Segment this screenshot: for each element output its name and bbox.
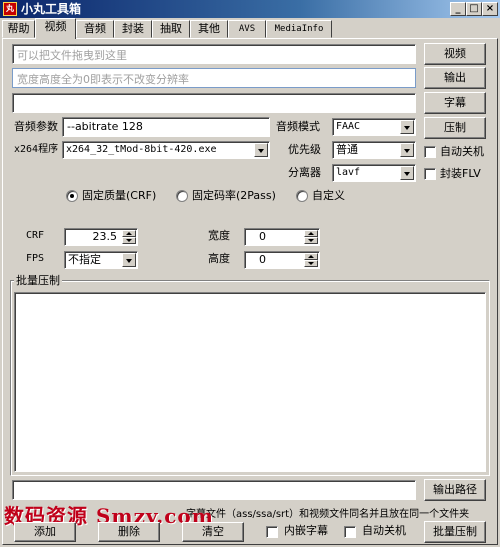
flv-checkbox[interactable]	[424, 168, 436, 180]
spin-up-icon[interactable]	[304, 253, 318, 260]
app-icon: 丸	[3, 2, 17, 16]
custom-mode-radio[interactable]	[296, 190, 308, 202]
fps-label: FPS	[26, 253, 45, 264]
audio-mode-value: FAAC	[336, 121, 361, 132]
video-button[interactable]: 视频	[424, 43, 486, 65]
width-label: 宽度	[208, 229, 230, 242]
chevron-down-icon[interactable]	[400, 120, 414, 134]
spin-down-icon[interactable]	[304, 260, 318, 267]
spin-down-icon[interactable]	[122, 237, 136, 244]
subtitle-button[interactable]: 字幕	[424, 92, 486, 114]
batch-legend: 批量压制	[14, 272, 62, 290]
subtitle-file-input[interactable]	[12, 93, 416, 113]
width-value: 0	[259, 230, 266, 243]
compress-button[interactable]: 压制	[424, 117, 486, 139]
crf-label: CRF	[26, 230, 45, 241]
batch-clear-button[interactable]: 清空	[182, 522, 244, 542]
x264-label: x264程序	[14, 144, 59, 155]
height-value: 0	[259, 253, 266, 266]
fps-value: 不指定	[68, 253, 101, 266]
2pass-mode-label: 固定码率(2Pass)	[192, 189, 276, 202]
tab-video[interactable]: 视频	[35, 18, 76, 39]
audio-param-input[interactable]: --abitrate 128	[62, 117, 270, 137]
output-button[interactable]: 输出	[424, 67, 486, 89]
crf-mode-radio[interactable]	[66, 190, 78, 202]
chevron-down-icon[interactable]	[254, 143, 268, 157]
spin-up-icon[interactable]	[122, 230, 136, 237]
minimize-icon[interactable]: _	[450, 2, 466, 16]
audio-mode-select[interactable]: FAAC	[332, 118, 416, 136]
fps-select[interactable]: 不指定	[64, 251, 138, 269]
batch-delete-button[interactable]: 删除	[98, 522, 160, 542]
tab-avs[interactable]: AVS	[228, 20, 266, 38]
height-stepper[interactable]: 0	[244, 251, 320, 269]
custom-mode-label: 自定义	[312, 189, 345, 202]
priority-value: 普通	[336, 143, 358, 156]
auto-shutdown-checkbox[interactable]	[424, 146, 436, 158]
tab-mux[interactable]: 封装	[114, 20, 152, 38]
width-stepper[interactable]: 0	[244, 228, 320, 246]
tab-extract[interactable]: 抽取	[152, 20, 190, 38]
chevron-down-icon[interactable]	[400, 166, 414, 180]
batch-note: 字幕文件（ass/ssa/srt）和视频文件同名并且放在同一个文件夹	[186, 509, 470, 520]
title-bar[interactable]: 丸 小丸工具箱 _ □ ×	[0, 0, 500, 18]
spin-down-icon[interactable]	[304, 237, 318, 244]
audio-mode-label: 音频模式	[276, 120, 320, 133]
splitter-select[interactable]: lavf	[332, 164, 416, 182]
video-file-input[interactable]: 可以把文件拖曳到这里	[12, 44, 416, 64]
auto-shutdown-label: 自动关机	[440, 145, 484, 158]
tab-other[interactable]: 其他	[190, 20, 228, 38]
crf-mode-label: 固定质量(CRF)	[82, 189, 157, 202]
crf-stepper[interactable]: 23.5	[64, 228, 138, 246]
batch-auto-shutdown-checkbox[interactable]	[344, 526, 356, 538]
batch-add-button[interactable]: 添加	[14, 522, 76, 542]
flv-label: 封装FLV	[440, 167, 481, 180]
crf-value: 23.5	[92, 230, 118, 243]
splitter-value: lavf	[336, 167, 361, 178]
2pass-mode-radio[interactable]	[176, 190, 188, 202]
audio-param-label: 音频参数	[14, 120, 58, 133]
x264-value: x264_32_tMod-8bit-420.exe	[66, 144, 217, 155]
tab-help[interactable]: 帮助	[2, 20, 35, 38]
window-title: 小丸工具箱	[21, 2, 82, 16]
batch-output-path-button[interactable]: 输出路径	[424, 479, 486, 501]
maximize-icon[interactable]: □	[466, 2, 482, 16]
chevron-down-icon[interactable]	[122, 253, 136, 267]
embed-subtitle-label: 内嵌字幕	[284, 524, 328, 537]
close-icon[interactable]: ×	[482, 2, 498, 16]
output-file-input[interactable]: 宽度高度全为0即表示不改变分辨率	[12, 68, 416, 88]
embed-subtitle-checkbox[interactable]	[266, 526, 278, 538]
batch-auto-shutdown-label: 自动关机	[362, 524, 406, 537]
tab-audio[interactable]: 音频	[76, 20, 114, 38]
batch-output-path-input[interactable]	[12, 480, 416, 500]
batch-compress-button[interactable]: 批量压制	[424, 521, 486, 543]
tab-mediainfo[interactable]: MediaInfo	[266, 20, 332, 38]
x264-select[interactable]: x264_32_tMod-8bit-420.exe	[62, 141, 270, 159]
batch-file-list[interactable]	[14, 292, 486, 472]
splitter-label: 分离器	[288, 166, 321, 179]
priority-label: 优先级	[288, 143, 321, 156]
priority-select[interactable]: 普通	[332, 141, 416, 159]
height-label: 高度	[208, 252, 230, 265]
spin-up-icon[interactable]	[304, 230, 318, 237]
chevron-down-icon[interactable]	[400, 143, 414, 157]
